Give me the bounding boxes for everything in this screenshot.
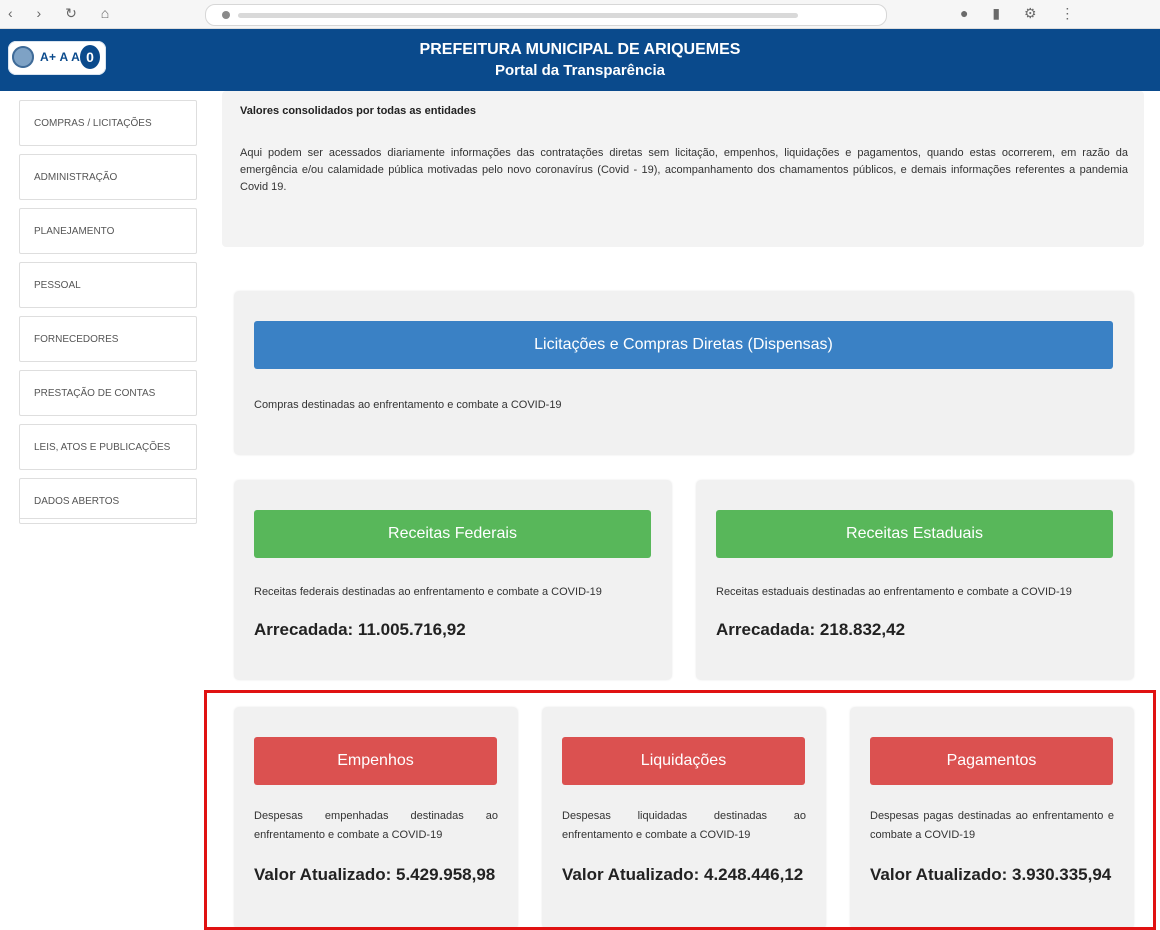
sidebar-menu: COMPRAS / LICITAÇÕES ADMINISTRAÇÃO PLANE… (19, 100, 197, 532)
licitacoes-button[interactable]: Licitações e Compras Diretas (Dispensas) (254, 321, 1113, 369)
site-title: PREFEITURA MUNICIPAL DE ARIQUEMES (419, 41, 741, 58)
sidebar-item-planejamento[interactable]: PLANEJAMENTO (19, 208, 197, 254)
receitas-federais-amount: Arrecadada: 11.005.716,92 (254, 620, 466, 639)
lock-icon (222, 11, 230, 19)
receitas-federais-description: Receitas federais destinadas ao enfrenta… (254, 586, 602, 598)
sidebar-item-pessoal[interactable]: PESSOAL (19, 262, 197, 308)
intro-text: Aqui podem ser acessados diariamente inf… (240, 147, 1128, 193)
intro-panel: Valores consolidados por todas as entida… (222, 91, 1144, 247)
site-header: A+ A A- 0 PREFEITURA MUNICIPAL DE ARIQUE… (0, 29, 1160, 91)
highlight-box (204, 690, 1156, 930)
sidebar-divider (19, 518, 197, 519)
sidebar-item-compras[interactable]: COMPRAS / LICITAÇÕES (19, 100, 197, 146)
receitas-estaduais-description: Receitas estaduais destinadas ao enfrent… (716, 586, 1072, 598)
browser-toolbar: ‹ › ↻ ⌂ ● ▮ ⚙ ⋮ (0, 0, 1160, 29)
intro-heading: Valores consolidados por todas as entida… (240, 105, 476, 117)
browser-nav-buttons[interactable]: ‹ › ↻ ⌂ (8, 5, 119, 22)
licitacoes-card: Licitações e Compras Diretas (Dispensas)… (234, 291, 1134, 455)
receitas-estaduais-button[interactable]: Receitas Estaduais (716, 510, 1113, 558)
receitas-estaduais-amount: Arrecadada: 218.832,42 (716, 620, 906, 639)
receitas-federais-button[interactable]: Receitas Federais (254, 510, 651, 558)
sidebar-item-prestacao-contas[interactable]: PRESTAÇÃO DE CONTAS (19, 370, 197, 416)
browser-tools[interactable]: ● ▮ ⚙ ⋮ (960, 5, 1084, 22)
url-text (238, 13, 798, 18)
sidebar-item-administracao[interactable]: ADMINISTRAÇÃO (19, 154, 197, 200)
licitacoes-description: Compras destinadas ao enfrentamento e co… (254, 399, 562, 411)
sidebar-item-leis-atos[interactable]: LEIS, ATOS E PUBLICAÇÕES (19, 424, 197, 470)
receitas-federais-card: Receitas Federais Receitas federais dest… (234, 480, 672, 680)
sidebar-item-fornecedores[interactable]: FORNECEDORES (19, 316, 197, 362)
receitas-estaduais-card: Receitas Estaduais Receitas estaduais de… (696, 480, 1134, 680)
site-subtitle: Portal da Transparência (494, 62, 666, 79)
address-bar[interactable] (205, 4, 887, 26)
